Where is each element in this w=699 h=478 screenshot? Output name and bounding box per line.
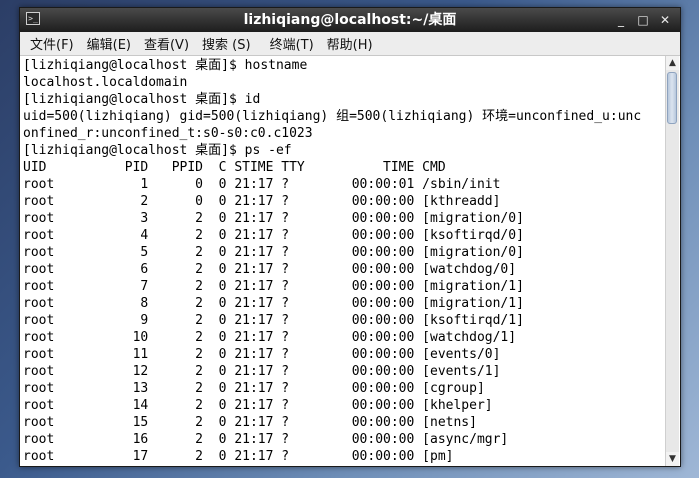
menu-bar: 文件(F) 编辑(E) 查看(V) 搜索 (S) 终端(T) 帮助(H)	[20, 32, 680, 56]
menu-view[interactable]: 查看(V)	[134, 34, 189, 53]
terminal-line: onfined_r:unconfined_t:s0-s0:c0.c1023	[23, 126, 313, 141]
terminal-line: root 10 2 0 21:17 ? 00:00:00 [watchdog/1…	[23, 330, 517, 345]
menu-edit[interactable]: 编辑(E)	[77, 34, 131, 53]
window-controls: _ □ ✕	[612, 11, 674, 29]
terminal-window: >_ lizhiqiang@localhost:~/桌面 _ □ ✕ 文件(F)…	[19, 7, 681, 467]
terminal-line: root 1 0 0 21:17 ? 00:00:01 /sbin/init	[23, 177, 501, 192]
terminal-line: root 17 2 0 21:17 ? 00:00:00 [pm]	[23, 449, 454, 464]
terminal-line: root 13 2 0 21:17 ? 00:00:00 [cgroup]	[23, 381, 485, 396]
terminal-line: root 11 2 0 21:17 ? 00:00:00 [events/0]	[23, 347, 501, 362]
terminal-line: root 12 2 0 21:17 ? 00:00:00 [events/1]	[23, 364, 501, 379]
maximize-button[interactable]: □	[634, 11, 652, 29]
terminal-line: UID PID PPID C STIME TTY TIME CMD	[23, 160, 446, 175]
close-button[interactable]: ✕	[656, 11, 674, 29]
terminal-line: root 2 0 0 21:17 ? 00:00:00 [kthreadd]	[23, 194, 501, 209]
vertical-scrollbar[interactable]: ▲ ▼	[665, 56, 679, 466]
terminal-line: root 15 2 0 21:17 ? 00:00:00 [netns]	[23, 415, 477, 430]
terminal-lines: [lizhiqiang@localhost 桌面]$ hostname local…	[21, 56, 665, 465]
terminal-line: root 3 2 0 21:17 ? 00:00:00 [migration/0…	[23, 211, 524, 226]
terminal-line: root 4 2 0 21:17 ? 00:00:00 [ksoftirqd/0…	[23, 228, 524, 243]
menu-search[interactable]: 搜索 (S)	[192, 34, 251, 53]
terminal-line: [lizhiqiang@localhost 桌面]$ id	[23, 92, 261, 107]
terminal-line: root 14 2 0 21:17 ? 00:00:00 [khelper]	[23, 398, 493, 413]
title-bar[interactable]: >_ lizhiqiang@localhost:~/桌面 _ □ ✕	[20, 8, 680, 32]
terminal-line: root 9 2 0 21:17 ? 00:00:00 [ksoftirqd/1…	[23, 313, 524, 328]
terminal-line: uid=500(lizhiqiang) gid=500(lizhiqiang) …	[23, 109, 642, 124]
terminal-line: root 16 2 0 21:17 ? 00:00:00 [async/mgr]	[23, 432, 509, 447]
scroll-thumb[interactable]	[667, 72, 677, 124]
terminal-line: [lizhiqiang@localhost 桌面]$ hostname	[23, 58, 308, 73]
minimize-button[interactable]: _	[612, 11, 630, 29]
menu-help[interactable]: 帮助(H)	[317, 34, 373, 53]
terminal-line: root 7 2 0 21:17 ? 00:00:00 [migration/1…	[23, 279, 524, 294]
terminal-output[interactable]: [lizhiqiang@localhost 桌面]$ hostname local…	[21, 56, 665, 466]
terminal-line: root 6 2 0 21:17 ? 00:00:00 [watchdog/0]	[23, 262, 517, 277]
window-title: lizhiqiang@localhost:~/桌面	[243, 12, 457, 28]
terminal-line: localhost.localdomain	[23, 75, 188, 90]
menu-file[interactable]: 文件(F)	[20, 34, 74, 53]
terminal-line: root 5 2 0 21:17 ? 00:00:00 [migration/0…	[23, 245, 524, 260]
terminal-line: root 8 2 0 21:17 ? 00:00:00 [migration/1…	[23, 296, 524, 311]
scroll-down-icon[interactable]: ▼	[666, 452, 679, 466]
scroll-up-icon[interactable]: ▲	[666, 56, 679, 70]
menu-terminal[interactable]: 终端(T)	[260, 34, 314, 53]
terminal-line: [lizhiqiang@localhost 桌面]$ ps -ef	[23, 143, 292, 158]
